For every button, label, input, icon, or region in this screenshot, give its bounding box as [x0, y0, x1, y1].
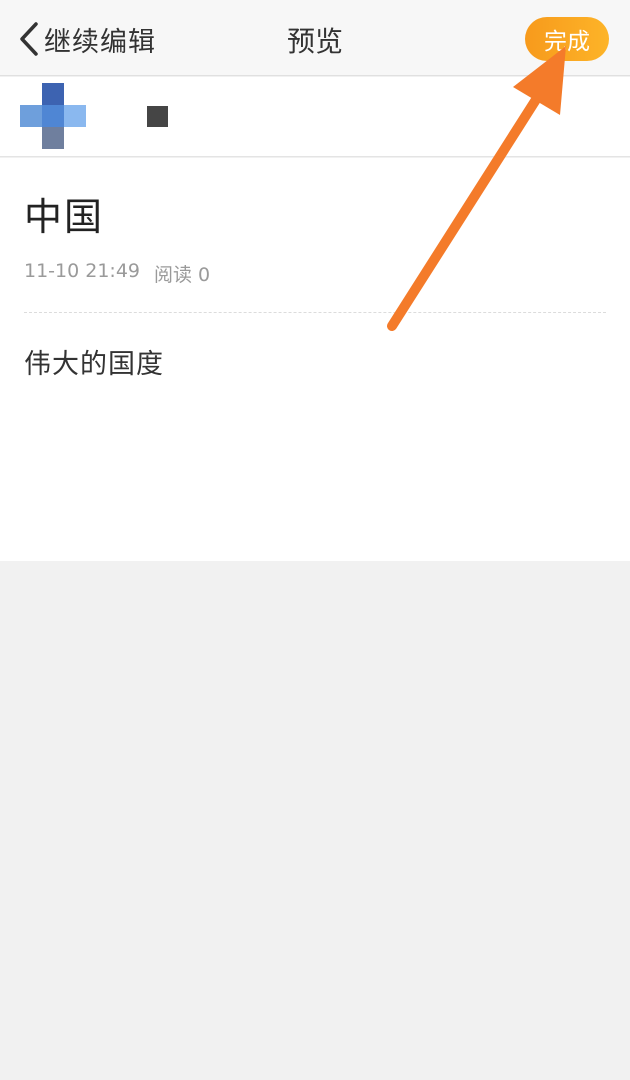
author-name-redacted — [147, 106, 168, 127]
back-to-edit-button[interactable]: 继续编辑 — [18, 16, 156, 62]
article-meta: 11-10 21:49 阅读 0 — [24, 260, 210, 287]
article-title: 中国 — [24, 195, 105, 239]
dashed-divider — [24, 312, 606, 313]
done-button[interactable]: 完成 — [525, 17, 609, 61]
article-preview: 中国 11-10 21:49 阅读 0 伟大的国度 — [0, 158, 630, 561]
author-info-bar — [0, 77, 630, 157]
avatar[interactable] — [20, 83, 86, 149]
publish-time: 11-10 21:49 — [24, 260, 141, 282]
chevron-left-icon — [18, 21, 40, 57]
top-navigation-bar: 继续编辑 预览 完成 — [0, 0, 630, 76]
article-body: 伟大的国度 — [24, 349, 164, 380]
preview-screen: 继续编辑 预览 完成 中国 11-10 21:49 阅读 0 伟大的国度 — [0, 0, 630, 1080]
back-label: 继续编辑 — [44, 26, 156, 58]
read-count: 阅读 0 — [154, 264, 211, 286]
